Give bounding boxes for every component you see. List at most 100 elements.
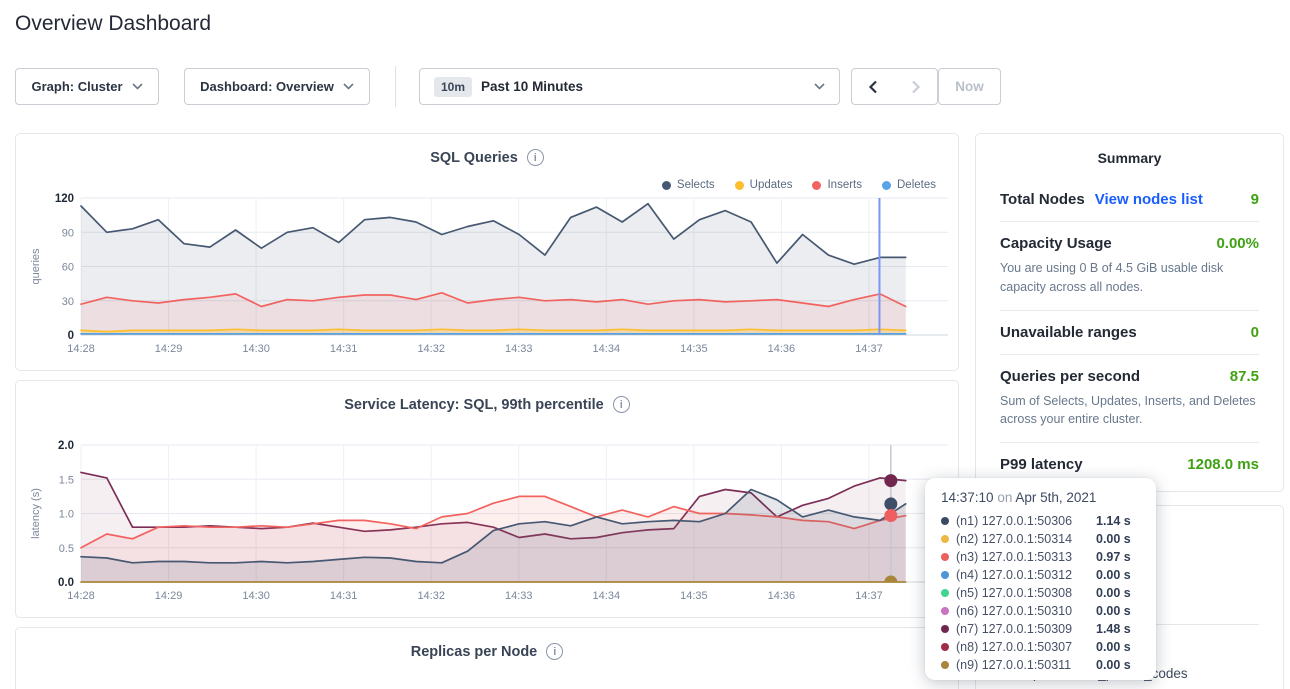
chevron-down-icon — [343, 83, 354, 90]
tooltip-node-value: 0.00 s — [1096, 568, 1144, 582]
tooltip-node-value: 0.00 s — [1096, 640, 1144, 654]
summary-divider — [1000, 354, 1259, 355]
summary-row-label: Total Nodes — [1000, 191, 1085, 208]
svg-text:0.0: 0.0 — [58, 577, 74, 589]
tooltip-row: (n8) 127.0.0.1:503070.00 s — [941, 638, 1144, 656]
summary-row: Capacity Usage0.00% — [1000, 235, 1259, 252]
chevron-down-icon — [814, 83, 825, 90]
chevron-right-icon — [911, 80, 921, 94]
summary-rows: Total NodesView nodes list9Capacity Usag… — [1000, 191, 1259, 473]
chevron-down-icon — [132, 83, 143, 90]
tooltip-row: (n2) 127.0.0.1:50314 0.00 s — [941, 530, 1144, 548]
svg-text:14:37: 14:37 — [855, 590, 883, 602]
time-range-badge: 10m — [434, 77, 472, 97]
sql-queries-title: SQL Queries — [430, 150, 518, 166]
svg-text:14:34: 14:34 — [593, 343, 621, 355]
tooltip-node-value: 0.00 s — [1096, 532, 1144, 546]
svg-text:14:34: 14:34 — [593, 590, 621, 602]
tooltip-node-label: (n9) 127.0.0.1:50311 — [956, 658, 1071, 672]
svg-text:14:31: 14:31 — [330, 343, 358, 355]
node-color-dot — [941, 607, 949, 615]
svg-text:14:30: 14:30 — [242, 343, 270, 355]
svg-text:14:29: 14:29 — [155, 590, 183, 602]
now-button-label: Now — [955, 79, 984, 94]
tooltip-date: Apr 5th, 2021 — [1015, 490, 1096, 505]
now-button[interactable]: Now — [938, 68, 1001, 105]
tooltip-node-label: (n6) 127.0.0.1:50310 — [956, 604, 1072, 618]
summary-divider — [1000, 310, 1259, 311]
legend-color-dot — [882, 181, 891, 190]
tooltip-row: (n3) 127.0.0.1:50313 0.97 s — [941, 548, 1144, 566]
svg-text:0: 0 — [68, 330, 74, 342]
tooltip-time: 14:37:10 — [941, 490, 994, 505]
svg-text:14:32: 14:32 — [417, 343, 445, 355]
replicas-per-node-card: Replicas per Node i — [15, 627, 959, 689]
page-title: Overview Dashboard — [15, 12, 211, 36]
svg-text:0.5: 0.5 — [59, 543, 74, 555]
summary-row-label: Unavailable ranges — [1000, 324, 1137, 341]
node-color-dot — [941, 571, 949, 579]
svg-text:14:37: 14:37 — [855, 343, 883, 355]
legend-color-dot — [812, 181, 821, 190]
tooltip-node-label: (n1) 127.0.0.1:50306 — [956, 514, 1072, 528]
summary-row-value: 1208.0 ms — [1187, 456, 1259, 473]
graph-dropdown-label: Graph: Cluster — [31, 79, 122, 94]
svg-text:14:32: 14:32 — [417, 590, 445, 602]
svg-text:14:31: 14:31 — [330, 590, 358, 602]
tooltip-node-value: 1.48 s — [1096, 622, 1144, 636]
time-prev-button[interactable] — [851, 68, 895, 105]
svg-text:1.5: 1.5 — [59, 474, 74, 486]
info-icon[interactable]: i — [527, 149, 544, 166]
time-range-selector[interactable]: 10m Past 10 Minutes — [419, 68, 840, 105]
tooltip-node-label: (n3) 127.0.0.1:50313 — [956, 550, 1072, 564]
summary-row: Unavailable ranges 0 — [1000, 324, 1259, 341]
summary-row-description: You are using 0 B of 4.5 GiB usable disk… — [1000, 259, 1259, 297]
info-icon[interactable]: i — [613, 396, 630, 413]
node-color-dot — [941, 661, 949, 669]
node-color-dot — [941, 589, 949, 597]
summary-row: Queries per second87.5 — [1000, 368, 1259, 385]
summary-row-value: 0 — [1251, 324, 1259, 341]
legend-color-dot — [662, 181, 671, 190]
tooltip-node-label: (n2) 127.0.0.1:50314 — [956, 532, 1072, 546]
graph-dropdown[interactable]: Graph: Cluster — [15, 68, 159, 105]
svg-text:14:29: 14:29 — [155, 343, 183, 355]
tooltip-header: 14:37:10 on Apr 5th, 2021 — [941, 490, 1144, 505]
replicas-per-node-title: Replicas per Node — [411, 644, 538, 660]
summary-panel: Summary Total NodesView nodes list9Capac… — [975, 133, 1284, 492]
info-icon[interactable]: i — [546, 643, 563, 660]
tooltip-node-value: 0.00 s — [1096, 658, 1144, 672]
node-color-dot — [941, 625, 949, 633]
tooltip-row: (n7) 127.0.0.1:503091.48 s — [941, 620, 1144, 638]
node-color-dot — [941, 535, 949, 543]
summary-heading: Summary — [1000, 150, 1259, 166]
tooltip-row: (n4) 127.0.0.1:503120.00 s — [941, 566, 1144, 584]
sql-queries-chart[interactable]: 030609012014:2814:2914:3014:3114:3214:33… — [24, 190, 952, 362]
summary-row-label: Queries per second — [1000, 368, 1140, 385]
svg-text:14:28: 14:28 — [67, 343, 95, 355]
tooltip-node-label: (n5) 127.0.0.1:50308 — [956, 586, 1072, 600]
time-range-label: Past 10 Minutes — [481, 79, 583, 94]
svg-text:14:35: 14:35 — [680, 590, 708, 602]
node-color-dot — [941, 643, 949, 651]
svg-text:60: 60 — [62, 262, 74, 274]
legend-color-dot — [735, 181, 744, 190]
svg-text:latency (s): latency (s) — [30, 488, 42, 539]
dashboard-dropdown-label: Dashboard: Overview — [200, 79, 334, 94]
svg-text:14:33: 14:33 — [505, 343, 533, 355]
dashboard-dropdown[interactable]: Dashboard: Overview — [184, 68, 370, 105]
service-latency-title: Service Latency: SQL, 99th percentile — [344, 397, 604, 413]
svg-text:queries: queries — [30, 248, 42, 285]
summary-row: P99 latency1208.0 ms — [1000, 456, 1259, 473]
time-next-button[interactable] — [894, 68, 938, 105]
tooltip-node-value: 0.97 s — [1096, 550, 1144, 564]
toolbar-divider — [395, 66, 396, 107]
view-nodes-list-link[interactable]: View nodes list — [1095, 191, 1203, 208]
node-color-dot — [941, 553, 949, 561]
node-color-dot — [941, 517, 949, 525]
service-latency-card: Service Latency: SQL, 99th percentile i … — [15, 380, 959, 618]
svg-text:2.0: 2.0 — [58, 440, 74, 452]
tooltip-row: (n1) 127.0.0.1:503061.14 s — [941, 512, 1144, 530]
svg-text:14:33: 14:33 — [505, 590, 533, 602]
service-latency-chart[interactable]: 0.00.51.01.52.014:2814:2914:3014:3114:32… — [24, 437, 952, 609]
